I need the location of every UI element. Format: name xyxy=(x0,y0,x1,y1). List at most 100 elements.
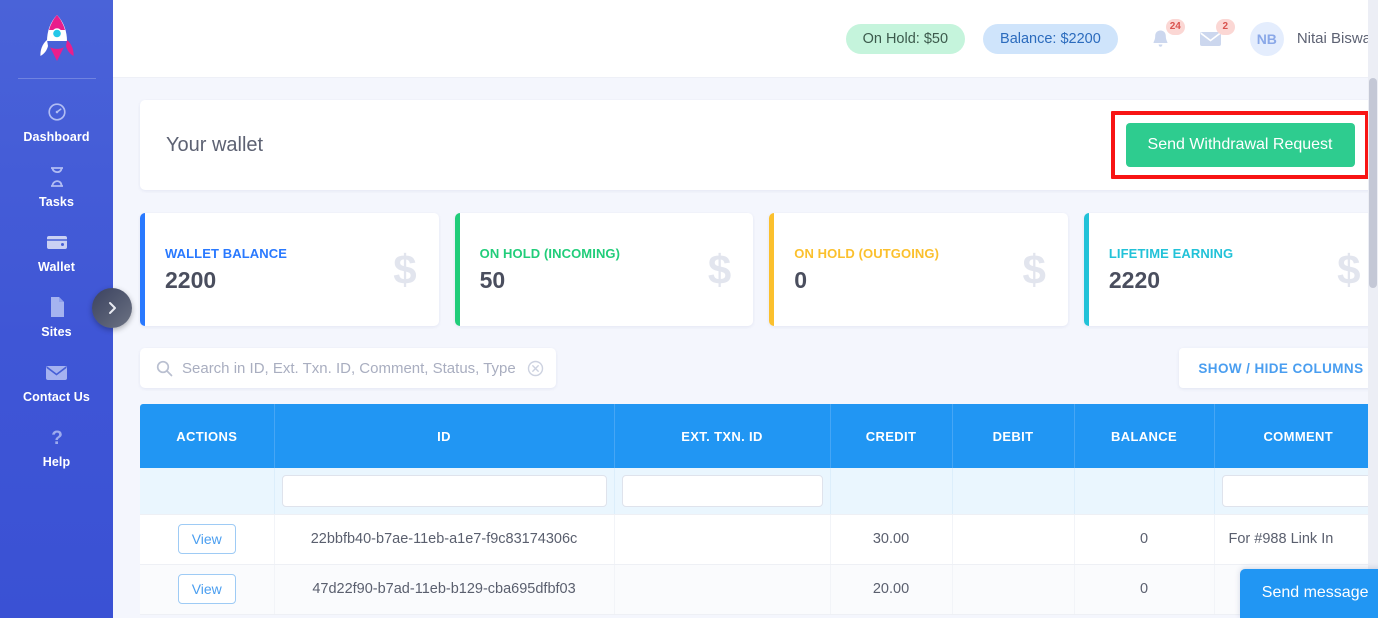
column-header-id[interactable]: ID xyxy=(274,404,615,468)
stat-label: ON HOLD (OUTGOING) xyxy=(794,245,940,261)
filter-cell-actions xyxy=(140,468,275,515)
dollar-icon: $ xyxy=(707,245,732,293)
stat-card-wallet-balance: WALLET BALANCE 2200 $ xyxy=(140,213,439,326)
sidebar-item-contact-us[interactable]: Contact Us xyxy=(0,349,113,414)
sidebar-item-help[interactable]: ? Help xyxy=(0,414,113,479)
notifications-badge: 24 xyxy=(1165,18,1185,35)
table-filter-row xyxy=(140,468,1378,515)
stat-value: 2220 xyxy=(1108,266,1161,293)
chevron-right-icon xyxy=(109,302,116,314)
cell-balance: 0 xyxy=(1074,564,1215,615)
table-row: View 22bbfb40-b7ae-11eb-a1e7-f9c83174306… xyxy=(140,514,1378,565)
cell-debit xyxy=(952,564,1075,615)
cell-balance: 0 xyxy=(1074,514,1215,565)
document-icon xyxy=(48,296,66,318)
send-withdrawal-request-button[interactable]: Send Withdrawal Request xyxy=(1125,123,1355,167)
cell-credit: 30.00 xyxy=(830,514,953,565)
column-header-actions[interactable]: ACTIONS xyxy=(140,404,275,468)
search-icon xyxy=(156,360,173,376)
sidebar-item-tasks[interactable]: Tasks xyxy=(0,154,113,219)
transactions-table: ACTIONS ID EXT. TXN. ID CREDIT DEBIT BAL… xyxy=(140,404,1378,615)
send-message-chat-button[interactable]: Send message xyxy=(1239,569,1378,618)
stat-cards: WALLET BALANCE 2200 $ ON HOLD (INCOMING)… xyxy=(140,213,1378,326)
sidebar-item-label: Dashboard xyxy=(23,130,90,144)
sidebar-item-dashboard[interactable]: Dashboard xyxy=(0,89,113,154)
stat-label: ON HOLD (INCOMING) xyxy=(479,245,621,261)
view-button[interactable]: View xyxy=(177,574,236,604)
logo[interactable] xyxy=(0,0,113,78)
column-header-debit[interactable]: DEBIT xyxy=(952,404,1075,468)
cell-actions: View xyxy=(140,514,275,565)
avatar[interactable]: NB xyxy=(1249,21,1284,56)
stat-value: 2200 xyxy=(165,266,217,293)
balance-pill[interactable]: Balance: $2200 xyxy=(983,23,1118,54)
sidebar-item-label: Sites xyxy=(41,325,72,339)
sidebar-item-label: Help xyxy=(42,455,71,469)
column-header-comment[interactable]: COMMENT xyxy=(1214,404,1378,468)
cell-ext-txn-id xyxy=(614,564,831,615)
table-head: ACTIONS ID EXT. TXN. ID CREDIT DEBIT BAL… xyxy=(140,404,1378,468)
stat-card-on-hold-incoming: ON HOLD (INCOMING) 50 $ xyxy=(454,213,754,326)
sidebar-item-label: Contact Us xyxy=(23,390,90,404)
page-scrollbar-thumb[interactable] xyxy=(1369,78,1377,288)
filter-cell-balance xyxy=(1074,468,1215,515)
filter-cell-comment xyxy=(1214,468,1378,515)
stat-card-on-hold-outgoing: ON HOLD (OUTGOING) 0 $ xyxy=(769,213,1068,326)
view-button[interactable]: View xyxy=(177,524,236,554)
svg-text:?: ? xyxy=(51,428,63,448)
cell-actions: View xyxy=(140,564,275,615)
sidebar-item-wallet[interactable]: Wallet xyxy=(0,219,113,284)
filter-input-comment[interactable] xyxy=(1221,474,1375,507)
speedometer-icon xyxy=(46,101,68,123)
accent-bar xyxy=(140,213,145,326)
stat-label: LIFETIME EARNING xyxy=(1108,245,1234,261)
stat-value: 0 xyxy=(794,266,808,293)
notifications-button[interactable]: 24 xyxy=(1144,18,1185,56)
question-mark-icon: ? xyxy=(49,426,65,448)
cell-id: 22bbfb40-b7ae-11eb-a1e7-f9c83174306c xyxy=(274,514,615,565)
cell-credit: 20.00 xyxy=(830,564,953,615)
sidebar-collapse-toggle[interactable] xyxy=(92,288,132,328)
filter-cell-debit xyxy=(952,468,1075,515)
topbar: On Hold: $50 Balance: $2200 24 2 NB Nita… xyxy=(113,0,1378,78)
cell-id: 47d22f90-b7ad-11eb-b129-cba695dfbf03 xyxy=(274,564,615,615)
envelope-icon xyxy=(45,361,68,383)
stat-value: 50 xyxy=(479,266,506,293)
main-area: On Hold: $50 Balance: $2200 24 2 NB Nita… xyxy=(113,0,1378,618)
stat-card-lifetime-earning: LIFETIME EARNING 2220 $ xyxy=(1083,213,1378,326)
page-title: Your wallet xyxy=(166,133,264,156)
wallet-card: Your wallet Send Withdrawal Request xyxy=(140,100,1378,190)
filter-cell-id xyxy=(274,468,615,515)
sidebar-divider xyxy=(17,78,96,79)
table-toolbar: SHOW / HIDE COLUMNS xyxy=(140,348,1378,388)
page-scrollbar[interactable] xyxy=(1368,0,1378,618)
filter-input-ext-txn-id[interactable] xyxy=(621,474,823,507)
dollar-icon: $ xyxy=(393,245,417,293)
search-input[interactable] xyxy=(182,359,518,377)
table-header-row: ACTIONS ID EXT. TXN. ID CREDIT DEBIT BAL… xyxy=(140,404,1378,468)
clear-circle-icon[interactable] xyxy=(527,360,544,377)
cell-ext-txn-id xyxy=(614,514,831,565)
on-hold-pill[interactable]: On Hold: $50 xyxy=(845,23,966,54)
filter-input-id[interactable] xyxy=(281,474,607,507)
sidebar-item-label: Tasks xyxy=(38,195,74,209)
search-box[interactable] xyxy=(140,348,556,388)
username-label: Nitai Biswas xyxy=(1296,30,1378,47)
column-header-ext-txn-id[interactable]: EXT. TXN. ID xyxy=(614,404,831,468)
sidebar-item-label: Wallet xyxy=(38,260,75,274)
dollar-icon: $ xyxy=(1337,245,1361,293)
stat-label: WALLET BALANCE xyxy=(165,245,287,261)
wallet-icon xyxy=(45,231,69,253)
app-root: Dashboard Tasks Wallet Sites Contact Us … xyxy=(0,0,1378,618)
filter-cell-ext-txn-id xyxy=(614,468,831,515)
sidebar: Dashboard Tasks Wallet Sites Contact Us … xyxy=(0,0,132,618)
messages-button[interactable]: 2 xyxy=(1194,18,1235,56)
show-hide-columns-button[interactable]: SHOW / HIDE COLUMNS xyxy=(1179,348,1378,388)
cell-debit xyxy=(952,514,1075,565)
column-header-balance[interactable]: BALANCE xyxy=(1074,404,1215,468)
filter-cell-credit xyxy=(830,468,953,515)
dollar-icon: $ xyxy=(1022,245,1046,293)
table-row: View 47d22f90-b7ad-11eb-b129-cba695dfbf0… xyxy=(140,564,1378,615)
page-content: Your wallet Send Withdrawal Request WALL… xyxy=(113,78,1378,618)
column-header-credit[interactable]: CREDIT xyxy=(830,404,953,468)
